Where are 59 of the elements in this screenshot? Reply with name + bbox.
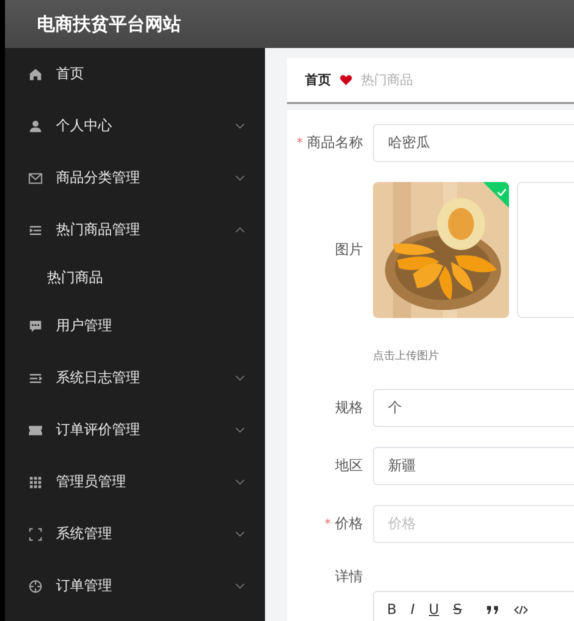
menu-label: 热门商品管理	[56, 221, 141, 239]
format-button[interactable]: I	[408, 600, 418, 620]
menu-item[interactable]: 系统管理	[5, 508, 265, 560]
input-field[interactable]: 价格	[373, 505, 574, 543]
menu-item[interactable]: 用户管理	[5, 300, 265, 352]
menu-item[interactable]: 系统日志管理	[5, 352, 265, 404]
menu-item[interactable]: 首页	[5, 48, 265, 100]
envelope-icon	[28, 170, 43, 186]
user-icon	[28, 118, 43, 134]
required-mark: *	[296, 136, 303, 150]
chevron-down-icon	[235, 479, 245, 485]
upload-hint: 点击上传图片	[373, 348, 440, 363]
frame-icon	[28, 526, 43, 542]
breadcrumb-link[interactable]: 首页	[305, 71, 331, 89]
chevron-down-icon	[235, 583, 245, 589]
menu-item[interactable]: 订单管理	[5, 560, 265, 612]
menu-label: 个人中心	[56, 117, 113, 135]
field-label: 价格	[335, 515, 363, 533]
chevron-up-icon	[235, 227, 245, 233]
chat-icon	[28, 318, 43, 334]
chevron-down-icon	[235, 531, 245, 537]
field-label: 详情	[335, 568, 363, 586]
code-icon	[514, 605, 528, 615]
input-field[interactable]: 哈密瓜	[373, 124, 574, 162]
crosshair-icon	[28, 578, 43, 594]
menu-label: 系统日志管理	[56, 369, 141, 387]
field-label: 规格	[335, 399, 363, 417]
menu-item[interactable]: 商品分类管理	[5, 152, 265, 204]
heart-icon	[339, 74, 353, 86]
format-button[interactable]: B	[384, 600, 400, 620]
required-mark: *	[324, 516, 331, 532]
chevron-down-icon	[235, 175, 245, 181]
input-field[interactable]: 个	[373, 389, 574, 427]
site-title: 电商扶贫平台网站	[37, 13, 181, 36]
check-icon	[496, 188, 507, 196]
input-field[interactable]: 新疆	[373, 447, 574, 485]
menu-label: 系统管理	[56, 525, 113, 543]
menu-label: 订单评价管理	[56, 421, 141, 439]
menu-item[interactable]: 订单评价管理	[5, 404, 265, 456]
chevron-down-icon	[235, 427, 245, 433]
chevron-down-icon	[235, 375, 245, 381]
menu-label: 管理员管理	[56, 473, 127, 491]
format-button[interactable]: S	[450, 600, 465, 620]
menu-item[interactable]: 管理员管理	[5, 456, 265, 508]
rich-text-editor[interactable]: B I U S	[373, 591, 574, 621]
menu-label: 订单管理	[56, 577, 113, 595]
chevron-down-icon	[235, 123, 245, 129]
grid-icon	[28, 474, 43, 490]
quote-icon	[486, 605, 500, 615]
format-button[interactable]: U	[426, 600, 442, 620]
field-label: 地区	[335, 457, 363, 475]
menu-item[interactable]: 个人中心	[5, 100, 265, 152]
menu-label: 商品分类管理	[56, 169, 141, 187]
field-label: 商品名称	[307, 134, 363, 152]
field-label: 图片	[335, 241, 363, 259]
menu-label: 首页	[56, 65, 85, 83]
home-icon	[28, 66, 43, 82]
menu-label: 用户管理	[56, 317, 113, 335]
menu-item[interactable]: 热门商品管理	[5, 204, 265, 256]
